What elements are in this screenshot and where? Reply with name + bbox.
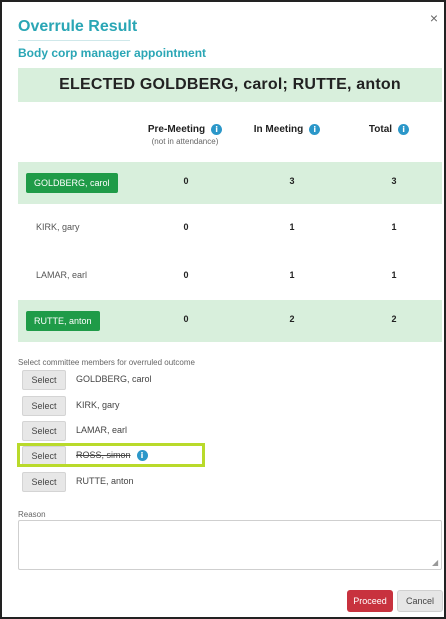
total-label: Total bbox=[368, 124, 393, 136]
pre-meeting-count: 0 bbox=[183, 176, 189, 186]
total-count: 1 bbox=[391, 222, 397, 232]
member-name: LAMAR, earl bbox=[76, 425, 128, 435]
dialog-title: Overrule Result bbox=[18, 18, 138, 35]
select-button[interactable]: Select bbox=[22, 421, 66, 441]
in-meeting-count: 1 bbox=[289, 270, 295, 280]
total-count: 1 bbox=[391, 270, 397, 280]
in-meeting-label: In Meeting bbox=[253, 124, 304, 136]
pre-meeting-count: 0 bbox=[183, 270, 189, 280]
pre-meeting-sublabel: (not in attendance) bbox=[151, 137, 219, 147]
pre-meeting-count: 0 bbox=[183, 222, 189, 232]
close-icon[interactable]: × bbox=[430, 10, 438, 26]
title-underline bbox=[18, 40, 130, 41]
elected-name-badge: GOLDBERG, carol bbox=[26, 173, 118, 193]
in-meeting-count: 2 bbox=[289, 314, 295, 324]
column-header-total: Total i bbox=[354, 124, 424, 135]
selection-label: Select committee members for overruled o… bbox=[18, 358, 195, 367]
result-row: LAMAR, earl 0 1 1 bbox=[18, 256, 442, 298]
reason-textarea[interactable] bbox=[18, 520, 442, 570]
info-icon[interactable]: i bbox=[211, 124, 223, 135]
reason-label: Reason bbox=[18, 510, 46, 519]
column-header-in-meeting: In Meeting i bbox=[242, 124, 332, 135]
elected-name-badge: RUTTE, anton bbox=[26, 311, 100, 331]
select-button[interactable]: Select bbox=[22, 370, 66, 390]
total-count: 3 bbox=[391, 176, 397, 186]
select-button[interactable]: Select bbox=[22, 396, 66, 416]
annotation-highlight-box bbox=[17, 443, 205, 467]
pre-meeting-label: Pre-Meeting bbox=[147, 124, 206, 136]
proceed-button[interactable]: Proceed bbox=[347, 590, 393, 612]
elected-banner: ELECTED GOLDBERG, carol; RUTTE, anton bbox=[18, 68, 442, 102]
member-name: KIRK, gary bbox=[76, 400, 120, 410]
candidate-name: KIRK, gary bbox=[36, 222, 80, 232]
overrule-result-dialog: × Overrule Result Body corp manager appo… bbox=[0, 0, 446, 619]
in-meeting-count: 1 bbox=[289, 222, 295, 232]
pre-meeting-count: 0 bbox=[183, 314, 189, 324]
info-icon[interactable]: i bbox=[309, 124, 321, 135]
dialog-subtitle: Body corp manager appointment bbox=[18, 46, 207, 60]
member-name: GOLDBERG, carol bbox=[76, 374, 152, 384]
total-count: 2 bbox=[391, 314, 397, 324]
member-name: RUTTE, anton bbox=[76, 476, 134, 486]
result-row: KIRK, gary 0 1 1 bbox=[18, 208, 442, 250]
info-icon[interactable]: i bbox=[398, 124, 410, 135]
in-meeting-count: 3 bbox=[289, 176, 295, 186]
cancel-button[interactable]: Cancel bbox=[397, 590, 443, 612]
select-button[interactable]: Select bbox=[22, 472, 66, 492]
result-row: RUTTE, anton 0 2 2 bbox=[18, 300, 442, 342]
candidate-name: LAMAR, earl bbox=[36, 270, 88, 280]
result-row: GOLDBERG, carol 0 3 3 bbox=[18, 162, 442, 204]
column-header-pre-meeting: Pre-Meeting i (not in attendance) bbox=[140, 124, 230, 146]
